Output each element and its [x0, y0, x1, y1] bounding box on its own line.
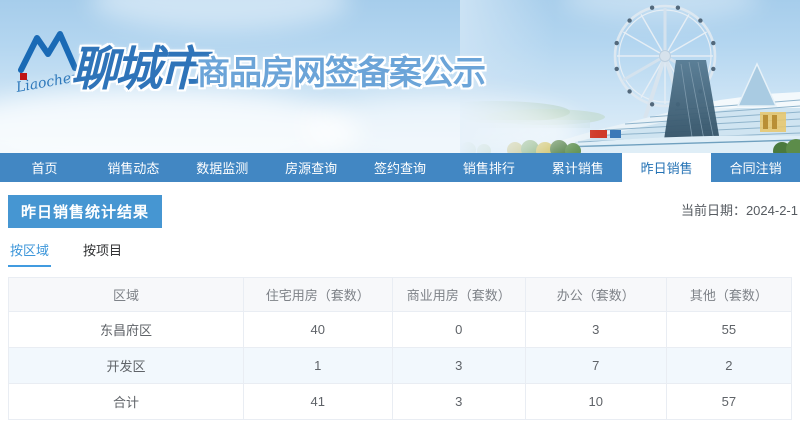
brand-site-title: 商品房网签备案公示: [197, 46, 485, 94]
cell-region: 东昌府区: [9, 312, 244, 348]
cell-residential: 40: [243, 312, 392, 348]
logo-mark-icon: [21, 34, 75, 70]
nav-item-sales-trend[interactable]: 销售动态: [89, 153, 178, 182]
cell-region: 合计: [9, 384, 244, 420]
cell-office: 3: [525, 312, 666, 348]
table-row: 开发区 1 3 7 2: [9, 348, 792, 384]
nav-item-yesterday-sales[interactable]: 昨日销售: [622, 153, 711, 182]
title-row: 昨日销售统计结果 当前日期：2024-2-1: [0, 182, 800, 224]
logo-text: Liaocheng: [16, 67, 78, 96]
current-date: 当前日期：2024-2-1: [681, 200, 798, 219]
city-logo: Liaocheng: [16, 28, 78, 98]
col-header-residential: 住宅用房（套数）: [243, 278, 392, 312]
col-header-region: 区域: [9, 278, 244, 312]
cell-commercial: 0: [392, 312, 525, 348]
tab-by-project[interactable]: 按项目: [81, 237, 124, 267]
cell-residential: 1: [243, 348, 392, 384]
cell-commercial: 3: [392, 384, 525, 420]
cell-residential: 41: [243, 384, 392, 420]
col-header-other: 其他（套数）: [666, 278, 791, 312]
brand-city-name: 聊城市: [71, 30, 203, 99]
nav-item-listing-search[interactable]: 房源查询: [267, 153, 356, 182]
cell-other: 55: [666, 312, 791, 348]
main-nav: 首页 销售动态 数据监测 房源查询 签约查询 销售排行 累计销售 昨日销售 合同…: [0, 153, 800, 182]
nav-item-data-monitor[interactable]: 数据监测: [178, 153, 267, 182]
nav-item-cumulative-sales[interactable]: 累计销售: [533, 153, 622, 182]
nav-item-contract-search[interactable]: 签约查询: [356, 153, 445, 182]
cell-office: 7: [525, 348, 666, 384]
sales-stats-table: 区域 住宅用房（套数） 商业用房（套数） 办公（套数） 其他（套数） 东昌府区 …: [8, 277, 792, 420]
page-title: 昨日销售统计结果: [8, 195, 162, 228]
page: Liaocheng 聊城市 商品房网签备案公示 首页 销售动态 数据监测 房源查…: [0, 0, 800, 421]
cell-other: 2: [666, 348, 791, 384]
view-tabs: 按区域 按项目: [8, 237, 154, 267]
table-row-total: 合计 41 3 10 57: [9, 384, 792, 420]
col-header-commercial: 商业用房（套数）: [392, 278, 525, 312]
cell-other: 57: [666, 384, 791, 420]
cell-office: 10: [525, 384, 666, 420]
resort-building: [556, 60, 800, 153]
nav-item-sales-ranking[interactable]: 销售排行: [444, 153, 533, 182]
col-header-office: 办公（套数）: [525, 278, 666, 312]
table-header-row: 区域 住宅用房（套数） 商业用房（套数） 办公（套数） 其他（套数）: [9, 278, 792, 312]
table-row: 东昌府区 40 0 3 55: [9, 312, 792, 348]
cell-commercial: 3: [392, 348, 525, 384]
site-banner: Liaocheng 聊城市 商品房网签备案公示: [0, 0, 800, 153]
main-content: 昨日销售统计结果 当前日期：2024-2-1 按区域 按项目 区域 住宅用房（套…: [0, 182, 800, 421]
nav-item-contract-cancel[interactable]: 合同注销: [711, 153, 800, 182]
nav-item-home[interactable]: 首页: [0, 153, 89, 182]
tab-by-region[interactable]: 按区域: [8, 237, 51, 267]
cloud-decoration: [90, 0, 350, 30]
cell-region: 开发区: [9, 348, 244, 384]
